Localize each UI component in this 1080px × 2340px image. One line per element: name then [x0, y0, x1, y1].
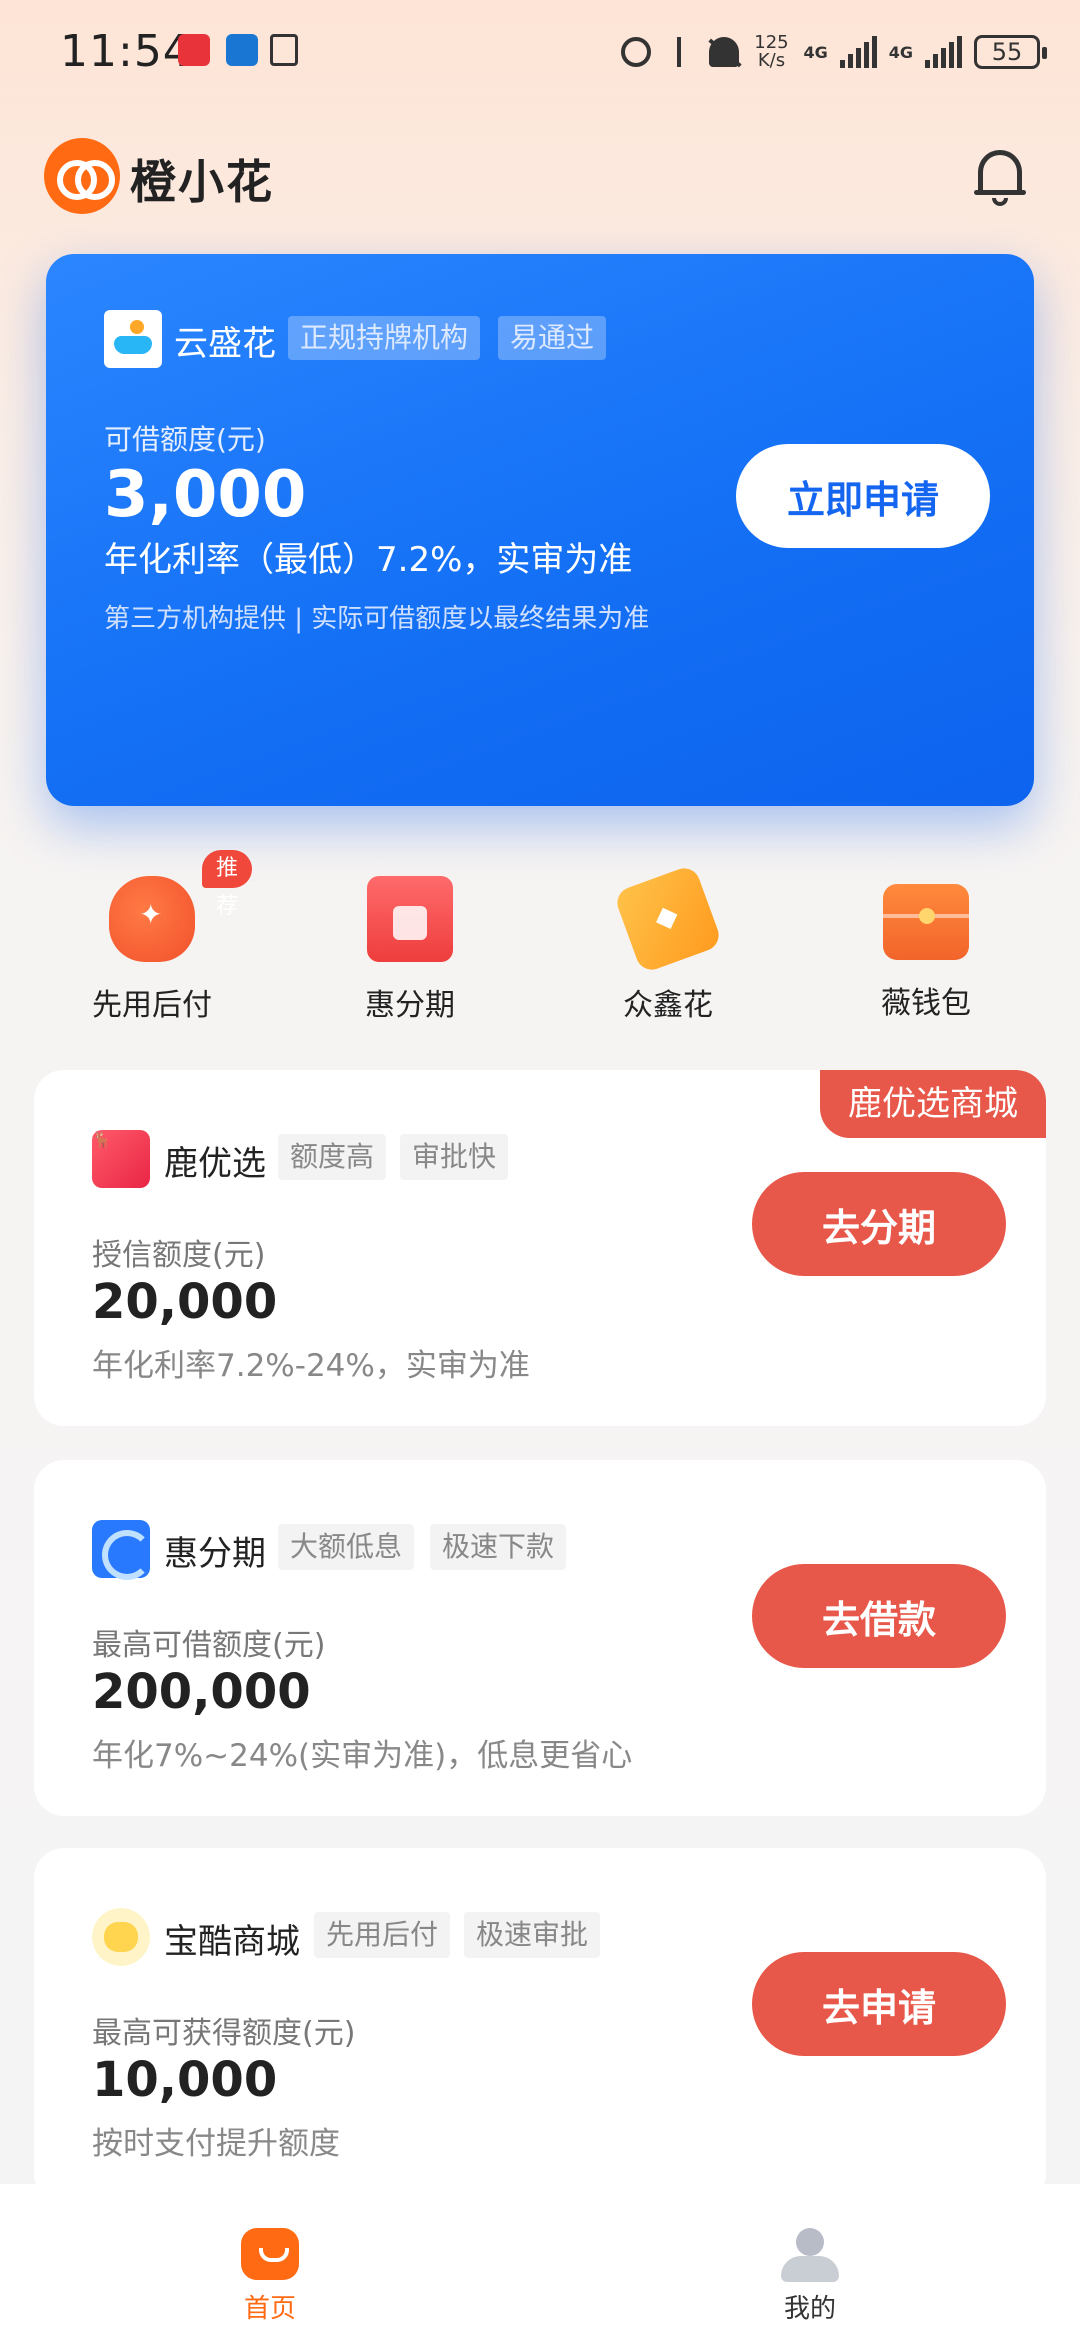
apply-button[interactable]: 去申请 [752, 1952, 1006, 2056]
quick-entry-label: 薇钱包 [881, 986, 971, 1021]
notification-app-icon [178, 34, 210, 66]
app-name: 橙小花 [130, 155, 274, 209]
notification-bell-icon[interactable] [974, 146, 1026, 206]
battery-icon: 55 [974, 35, 1047, 69]
quick-entry-zhongxinhua[interactable]: 众鑫花 [568, 850, 768, 1024]
deer-logo-icon [92, 1130, 150, 1188]
cow-mascot-logo-icon [92, 1908, 150, 1966]
status-icons: 125 K/s 4G 4G 55 [621, 30, 1047, 74]
product-tag: 额度高 [278, 1134, 387, 1180]
nav-home[interactable]: 首页 [120, 2184, 420, 2340]
recommend-badge: 推荐 [202, 850, 252, 919]
product-name: 惠分期 [164, 1534, 266, 1574]
bluetooth-icon [663, 35, 697, 69]
product-card-luyouxuan[interactable]: 鹿优选商城 鹿优选 额度高 审批快 授信额度(元) 20,000 年化利率7.2… [34, 1070, 1046, 1426]
nav-mine[interactable]: 我的 [660, 2184, 960, 2340]
provider-logo-icon [104, 310, 162, 368]
disclaimer-note: 第三方机构提供 | 实际可借额度以最终结果为准 [104, 604, 650, 634]
status-time: 11:54 [60, 26, 192, 77]
product-name: 鹿优选 [164, 1144, 266, 1184]
product-card-huifenqi[interactable]: 惠分期 大额低息 极速下款 最高可借额度(元) 200,000 年化7%~24%… [34, 1460, 1046, 1816]
swirl-logo-icon [92, 1520, 152, 1580]
user-profile-icon [781, 2228, 839, 2282]
mall-corner-badge[interactable]: 鹿优选商城 [820, 1070, 1046, 1138]
provider-tag: 正规持牌机构 [288, 316, 481, 360]
limit-amount: 200,000 [92, 1664, 311, 1720]
quick-entry-label: 众鑫花 [623, 988, 713, 1023]
apply-now-button[interactable]: 立即申请 [736, 444, 990, 548]
quick-entry-wallet[interactable]: 薇钱包 [826, 850, 1026, 1022]
notification-app-icon [226, 34, 258, 66]
wallet-icon [883, 884, 969, 960]
product-tag: 极速下款 [430, 1524, 567, 1570]
signal-icon [925, 36, 962, 68]
quick-entry-row: 先用后付 推荐 惠分期 众鑫花 薇钱包 [0, 850, 1080, 1030]
product-tag: 审批快 [400, 1134, 509, 1180]
alarm-icon [621, 37, 652, 67]
limit-label: 最高可获得额度(元) [92, 2016, 356, 2051]
borrow-button[interactable]: 去借款 [752, 1564, 1006, 1668]
limit-label: 最高可借额度(元) [92, 1628, 326, 1663]
limit-amount: 20,000 [92, 1274, 278, 1330]
nfc-icon [270, 34, 298, 66]
limit-label: 授信额度(元) [92, 1238, 266, 1273]
nav-label: 首页 [243, 2294, 296, 2324]
limit-label: 可借额度(元) [104, 423, 266, 456]
product-card-baoku-mall[interactable]: 宝酷商城 先用后付 极速审批 最高可获得额度(元) 10,000 按时支付提升额… [34, 1848, 1046, 2204]
network-type-1: 4G [803, 42, 828, 62]
product-description: 按时支付提升额度 [92, 2126, 340, 2162]
product-tag: 先用后付 [314, 1912, 451, 1958]
bottom-navigation: 首页 我的 [0, 2184, 1080, 2340]
limit-amount: 10,000 [92, 2052, 278, 2108]
status-bar: 11:54 125 K/s 4G 4G 55 [0, 0, 1080, 104]
quick-entry-label: 惠分期 [365, 988, 455, 1023]
gift-box-icon [367, 876, 453, 962]
network-speed: 125 K/s [754, 32, 789, 71]
money-bag-icon [109, 876, 195, 962]
signal-icon [839, 36, 877, 68]
quick-entry-installment[interactable]: 惠分期 [310, 850, 510, 1024]
installment-button[interactable]: 去分期 [752, 1172, 1006, 1276]
product-tag: 大额低息 [278, 1524, 415, 1570]
product-tag: 极速审批 [464, 1912, 601, 1958]
provider-tag: 易通过 [498, 316, 607, 360]
product-description: 年化利率7.2%-24%，实审为准 [92, 1348, 530, 1384]
product-description: 年化7%~24%(实审为准)，低息更省心 [92, 1738, 633, 1774]
provider-name: 云盛花 [174, 324, 276, 364]
featured-loan-card[interactable]: 云盛花 正规持牌机构 易通过 可借额度(元) 3,000 年化利率（最低）7.2… [46, 254, 1034, 806]
nav-label: 我的 [783, 2294, 836, 2324]
product-name: 宝酷商城 [164, 1922, 300, 1962]
app-logo-icon [44, 138, 120, 214]
quick-entry-label: 先用后付 [92, 988, 212, 1023]
price-tag-icon [612, 863, 724, 975]
quick-entry-pay-later[interactable]: 先用后付 推荐 [52, 850, 252, 1024]
interest-rate: 年化利率（最低）7.2%，实审为准 [104, 540, 633, 580]
mute-icon [709, 37, 740, 67]
limit-amount: 3,000 [104, 458, 307, 532]
app-header: 橙小花 [44, 136, 1036, 216]
network-type-2: 4G [888, 42, 913, 62]
home-icon [241, 2228, 299, 2280]
